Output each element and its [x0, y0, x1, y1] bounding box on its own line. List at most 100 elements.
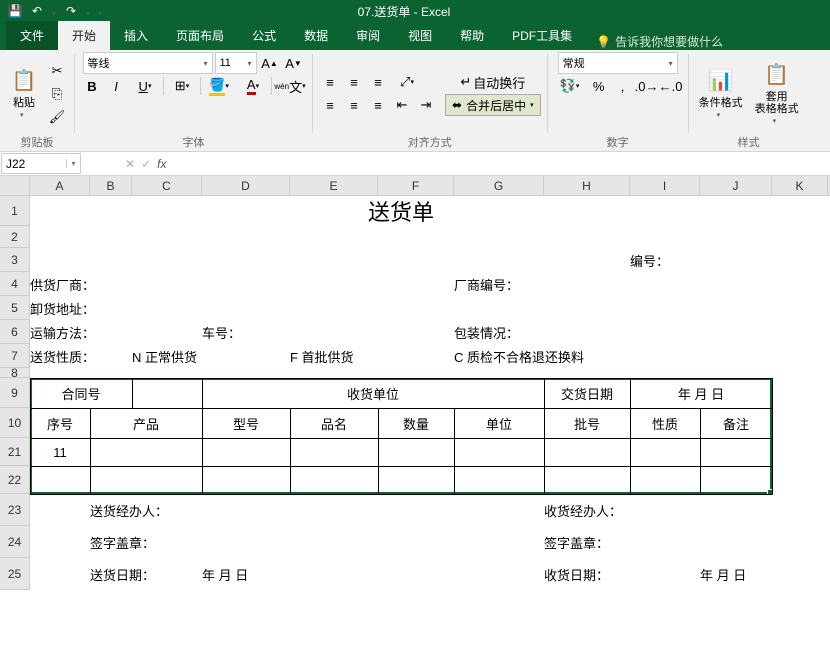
tab-data[interactable]: 数据 [290, 21, 342, 50]
tab-review[interactable]: 审阅 [342, 21, 394, 50]
merge-button[interactable]: ⬌ 合并后居中 ▾ [445, 94, 541, 116]
cell-text: 编号： [630, 248, 669, 272]
align-left-icon[interactable]: ≡ [319, 94, 341, 116]
row-header-2[interactable]: 2 [0, 226, 30, 248]
row-header-1[interactable]: 1 [0, 196, 30, 226]
qat-customize[interactable]: ▾ [96, 2, 104, 20]
row-header-9[interactable]: 9 [0, 378, 30, 408]
indent-increase-icon[interactable]: ⇥ [415, 94, 437, 116]
cell-text: 收货单位 [202, 378, 544, 408]
row-header-10[interactable]: 10 [0, 408, 30, 438]
table-format-icon: 📋 [763, 61, 791, 89]
col-header-F[interactable]: F [378, 176, 454, 195]
conditional-format-button[interactable]: 📊 条件格式 ▾ [695, 65, 747, 123]
phonetic-button[interactable]: wén文▾ [274, 75, 306, 97]
underline-button[interactable]: U ▾ [129, 75, 161, 97]
decrease-font-icon[interactable]: A▼ [283, 52, 305, 74]
decrease-decimal-icon[interactable]: ←.0 [660, 75, 682, 97]
tab-help[interactable]: 帮助 [446, 21, 498, 50]
col-header-G[interactable]: G [454, 176, 544, 195]
col-header-K[interactable]: K [772, 176, 828, 195]
cell-text: N 正常供货 [132, 344, 197, 368]
increase-font-icon[interactable]: A▲ [259, 52, 281, 74]
ribbon: 📋 粘贴 ▾ ✂ ⎘ 🖌 剪贴板 等线▾ 11▾ A▲ A▼ B I [0, 50, 830, 152]
accounting-button[interactable]: 💱▾ [554, 75, 586, 97]
row-header-3[interactable]: 3 [0, 248, 30, 272]
font-size-combo[interactable]: 11▾ [215, 52, 257, 74]
align-bottom-icon[interactable]: ≡ [367, 71, 389, 93]
align-right-icon[interactable]: ≡ [367, 94, 389, 116]
save-icon[interactable]: 💾 [6, 2, 24, 20]
cut-icon[interactable]: ✂ [46, 60, 68, 82]
worksheet[interactable]: ABCDEFGHIJK 123456789102122232425 送货单编号：… [0, 176, 830, 662]
select-all-corner[interactable] [0, 176, 30, 195]
tab-pdf[interactable]: PDF工具集 [498, 21, 586, 50]
col-header-B[interactable]: B [90, 176, 132, 195]
cell-text: 厂商编号： [454, 272, 519, 296]
row-header-25[interactable]: 25 [0, 558, 30, 590]
font-name-combo[interactable]: 等线▾ [83, 52, 213, 74]
tab-home[interactable]: 开始 [58, 21, 110, 50]
cell-text: 送货日期： [90, 558, 155, 590]
italic-button[interactable]: I [105, 75, 127, 97]
paste-drop[interactable]: ▾ [20, 111, 28, 121]
row-header-8[interactable]: 8 [0, 368, 30, 378]
tab-formulas[interactable]: 公式 [238, 21, 290, 50]
tab-layout[interactable]: 页面布局 [162, 21, 238, 50]
row-header-22[interactable]: 22 [0, 466, 30, 494]
titlebar: 💾 ↶ ▾ ↷ ▾ ▾ 07.送货单 - Excel [0, 0, 830, 22]
number-format-combo[interactable]: 常规▾ [558, 52, 678, 74]
undo-icon[interactable]: ↶ [28, 2, 46, 20]
fx-icon[interactable]: fx [157, 157, 166, 171]
col-header-C[interactable]: C [132, 176, 202, 195]
align-center-icon[interactable]: ≡ [343, 94, 365, 116]
row-header-5[interactable]: 5 [0, 296, 30, 320]
redo-icon[interactable]: ↷ [62, 2, 80, 20]
cell-text: 签字盖章： [90, 526, 155, 558]
name-box[interactable]: J22 ▾ [1, 153, 81, 174]
wrap-text-button[interactable]: ↵ 自动换行 [445, 71, 541, 93]
col-header-I[interactable]: I [630, 176, 700, 195]
cell-text: C 质检不合格退还换料 [454, 344, 584, 368]
tab-insert[interactable]: 插入 [110, 21, 162, 50]
font-color-button[interactable]: A▾ [237, 75, 269, 97]
col-header-D[interactable]: D [202, 176, 290, 195]
cell-text: F 首批供货 [290, 344, 354, 368]
namebox-drop[interactable]: ▾ [66, 159, 80, 168]
format-as-table-button[interactable]: 📋 套用 表格格式 ▾ [751, 59, 803, 129]
formula-input[interactable] [170, 152, 830, 175]
enter-icon[interactable]: ✓ [141, 157, 151, 171]
cancel-icon[interactable]: ✕ [125, 157, 135, 171]
undo-drop[interactable]: ▾ [50, 2, 58, 20]
copy-icon[interactable]: ⎘ [46, 83, 68, 105]
tab-view[interactable]: 视图 [394, 21, 446, 50]
row-header-6[interactable]: 6 [0, 320, 30, 344]
row-header-7[interactable]: 7 [0, 344, 30, 368]
border-button[interactable]: ⊞ ▾ [166, 75, 198, 97]
tab-file[interactable]: 文件 [6, 21, 58, 50]
paste-icon: 📋 [10, 67, 38, 95]
fill-color-button[interactable]: 🪣▾ [203, 75, 235, 97]
col-header-H[interactable]: H [544, 176, 630, 195]
cell-text: 合同号 [30, 378, 132, 408]
indent-decrease-icon[interactable]: ⇤ [391, 94, 413, 116]
increase-decimal-icon[interactable]: .0→ [636, 75, 658, 97]
paste-button[interactable]: 📋 粘贴 ▾ [6, 65, 42, 123]
col-header-J[interactable]: J [700, 176, 772, 195]
tell-me[interactable]: 💡 告诉我你想要做什么 [586, 33, 733, 50]
row-header-23[interactable]: 23 [0, 494, 30, 526]
redo-drop[interactable]: ▾ [84, 2, 92, 20]
row-header-4[interactable]: 4 [0, 272, 30, 296]
group-number: 常规▾ 💱▾ % , .0→ ←.0 数字 [548, 50, 688, 151]
row-header-24[interactable]: 24 [0, 526, 30, 558]
row-header-21[interactable]: 21 [0, 438, 30, 466]
orientation-button[interactable]: ⤢▾ [391, 71, 423, 93]
col-header-A[interactable]: A [30, 176, 90, 195]
col-header-E[interactable]: E [290, 176, 378, 195]
comma-button[interactable]: , [612, 75, 634, 97]
bold-button[interactable]: B [81, 75, 103, 97]
format-painter-icon[interactable]: 🖌 [46, 106, 68, 128]
align-middle-icon[interactable]: ≡ [343, 71, 365, 93]
percent-button[interactable]: % [588, 75, 610, 97]
align-top-icon[interactable]: ≡ [319, 71, 341, 93]
